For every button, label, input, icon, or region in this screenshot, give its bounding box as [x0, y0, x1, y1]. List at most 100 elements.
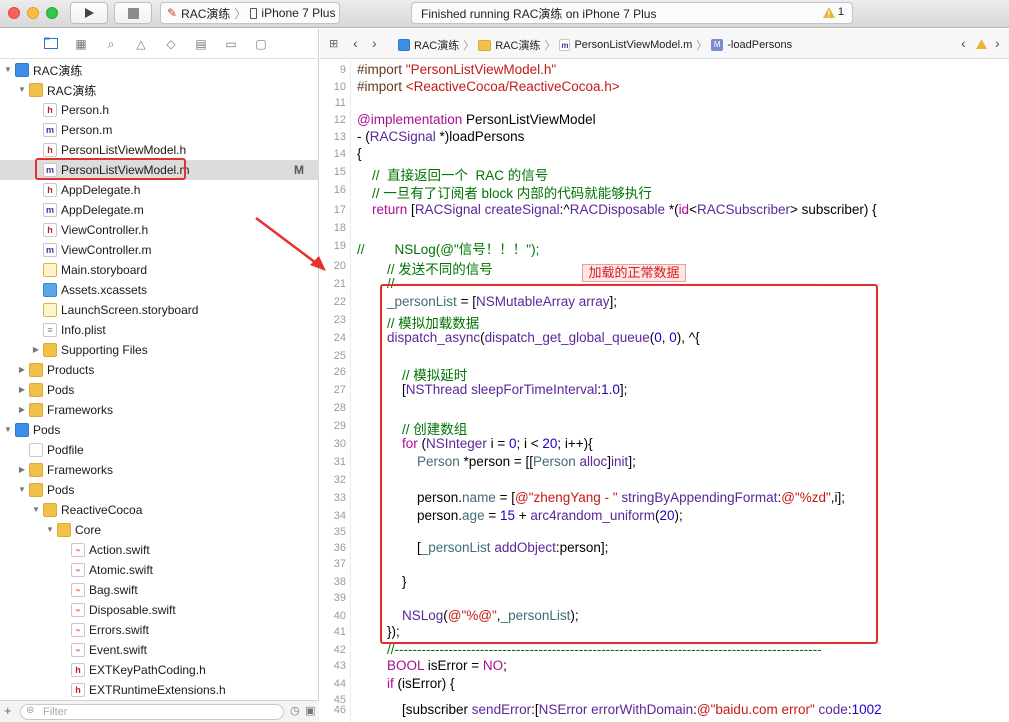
navigator-row[interactable]: ▼ RAC演练 — [0, 80, 319, 100]
navigator-row[interactable]: Podfile — [0, 440, 319, 460]
breakpoint-navigator-icon[interactable]: ▭ — [224, 37, 238, 51]
header-file-icon: h — [71, 663, 85, 677]
navigator-row[interactable]: ▶ Supporting Files — [0, 340, 319, 360]
line-number: 12 — [333, 114, 346, 126]
zoom-window-button[interactable] — [46, 7, 58, 19]
navigator-row[interactable]: h EXTRuntimeExtensions.h — [0, 680, 319, 700]
line-number: 10 — [333, 81, 346, 93]
play-icon — [85, 8, 94, 18]
navigator-row[interactable]: m Person.m — [0, 120, 319, 140]
code-line[interactable]: // 发送不同的信号 — [357, 258, 493, 278]
warning-count: 1 — [837, 6, 844, 18]
code-line[interactable]: { — [357, 146, 362, 161]
navigator-row[interactable]: ≡ Info.plist — [0, 320, 319, 340]
navigator-row[interactable]: LaunchScreen.storyboard — [0, 300, 319, 320]
navigator-row[interactable]: h AppDelegate.h — [0, 180, 319, 200]
code-line[interactable]: // NSLog(@"信号！！！"); — [357, 238, 539, 258]
asset-catalog-icon — [43, 283, 57, 297]
crumb-file[interactable]: PersonListViewModel.m — [574, 39, 692, 51]
disclosure-open-icon[interactable]: ▼ — [45, 525, 55, 535]
code-line[interactable]: //--------------------------------------… — [357, 642, 822, 657]
minimize-window-button[interactable] — [27, 7, 39, 19]
disclosure-open-icon[interactable]: ▼ — [17, 85, 27, 95]
report-navigator-icon[interactable]: ▢ — [254, 37, 268, 51]
disclosure-open-icon[interactable]: ▼ — [31, 505, 41, 515]
navigator-row[interactable]: ▶ Products — [0, 360, 319, 380]
storyboard-icon — [43, 263, 57, 277]
code-line[interactable]: BOOL isError = NO; — [357, 658, 507, 673]
navigator-row[interactable]: ⌁ Event.swift — [0, 640, 319, 660]
navigator-row[interactable]: ⌁ Action.swift — [0, 540, 319, 560]
chevron-right-icon: 〉 — [696, 40, 708, 52]
code-line[interactable]: [subscriber sendError:[NSError errorWith… — [357, 702, 882, 717]
recent-files-icon[interactable]: ◷ — [290, 704, 300, 717]
stop-button[interactable] — [114, 2, 152, 24]
header-file-icon: h — [43, 143, 57, 157]
next-issue-icon[interactable]: › — [995, 35, 1000, 51]
navigator-row[interactable]: ⌁ Bag.swift — [0, 580, 319, 600]
filter-input[interactable]: Filter — [20, 704, 284, 720]
scm-status-icon[interactable]: ▣ — [305, 704, 315, 717]
issue-navigator-icon[interactable]: △ — [134, 37, 148, 51]
warning-icon — [822, 6, 835, 18]
code-line[interactable]: return [RACSignal createSignal:^RACDispo… — [357, 202, 877, 217]
navigator-row-label: Disposable.swift — [89, 603, 176, 617]
disclosure-closed-icon[interactable]: ▶ — [17, 365, 27, 375]
crumb-method[interactable]: -loadPersons — [727, 39, 792, 51]
back-icon[interactable]: ‹ — [353, 35, 358, 51]
add-icon[interactable]: + — [4, 703, 12, 718]
symbol-navigator-icon[interactable]: ▦ — [74, 37, 88, 51]
navigator-row[interactable]: ⌁ Atomic.swift — [0, 560, 319, 580]
navigator-row[interactable]: ▶ Frameworks — [0, 460, 319, 480]
navigator-row[interactable]: ⌁ Errors.swift — [0, 620, 319, 640]
related-items-icon[interactable]: ⊞ — [329, 37, 338, 50]
debug-navigator-icon[interactable]: ▤ — [194, 37, 208, 51]
navigator-row[interactable]: ▶ Pods — [0, 380, 319, 400]
crumb-group[interactable]: RAC演练 — [495, 37, 540, 53]
navigator-row[interactable]: ⌁ Disposable.swift — [0, 600, 319, 620]
warning-badge[interactable]: 1 — [822, 6, 844, 18]
navigator-row[interactable]: h Person.h — [0, 100, 319, 120]
navigator-row[interactable]: h PersonListViewModel.h — [0, 140, 319, 160]
navigator-row[interactable]: ▼ Core — [0, 520, 319, 540]
navigator-row[interactable]: Assets.xcassets — [0, 280, 319, 300]
code-line[interactable]: @implementation PersonListViewModel — [357, 112, 596, 127]
disclosure-open-icon[interactable]: ▼ — [17, 485, 27, 495]
line-number: 37 — [333, 558, 346, 570]
navigator-row[interactable]: ▼ RAC演练 — [0, 60, 319, 80]
code-line[interactable]: - (RACSignal *)loadPersons — [357, 129, 524, 144]
navigator-row[interactable]: ▼ ReactiveCocoa — [0, 500, 319, 520]
close-window-button[interactable] — [8, 7, 20, 19]
disclosure-open-icon[interactable]: ▼ — [3, 425, 13, 435]
navigator-row[interactable]: ▶ Frameworks — [0, 400, 319, 420]
folder-icon[interactable] — [44, 37, 58, 51]
previous-issue-icon[interactable]: ‹ — [961, 35, 966, 51]
test-navigator-icon[interactable]: ◇ — [164, 37, 178, 51]
navigator-row[interactable]: ▼ Pods — [0, 480, 319, 500]
navigator-row-label: ReactiveCocoa — [61, 503, 143, 517]
code-line[interactable]: #import <ReactiveCocoa/ReactiveCocoa.h> — [357, 79, 620, 94]
navigator-row-label: Main.storyboard — [61, 263, 148, 277]
disclosure-open-icon[interactable]: ▼ — [3, 65, 13, 75]
disclosure-closed-icon[interactable]: ▶ — [31, 345, 41, 355]
disclosure-closed-icon[interactable]: ▶ — [17, 405, 27, 415]
forward-icon[interactable]: › — [372, 35, 377, 51]
code-line[interactable]: #import "PersonListViewModel.h" — [357, 62, 556, 77]
code-line[interactable]: // 直接返回一个 RAC 的信号 — [357, 164, 548, 184]
disclosure-closed-icon[interactable]: ▶ — [17, 465, 27, 475]
selected-file-highlight — [35, 158, 186, 180]
navigator-row[interactable]: ▼ Pods — [0, 420, 319, 440]
line-number: 40 — [333, 610, 346, 622]
code-line[interactable]: // 一旦有了订阅者 block 内部的代码就能够执行 — [357, 182, 652, 202]
swift-file-icon: ⌁ — [71, 643, 85, 657]
scheme-selector[interactable]: ✎ RAC演练 〉 iPhone 7 Plus — [160, 2, 340, 24]
run-button[interactable] — [70, 2, 108, 24]
navigator-row[interactable]: h EXTKeyPathCoding.h — [0, 660, 319, 680]
disclosure-closed-icon[interactable]: ▶ — [17, 385, 27, 395]
search-icon[interactable]: ⌕ — [104, 37, 118, 51]
crumb-project[interactable]: RAC演练 — [414, 37, 459, 53]
warning-icon[interactable] — [976, 39, 987, 49]
line-number: 28 — [333, 402, 346, 414]
line-number: 15 — [333, 166, 346, 178]
code-line[interactable]: if (isError) { — [357, 676, 455, 691]
